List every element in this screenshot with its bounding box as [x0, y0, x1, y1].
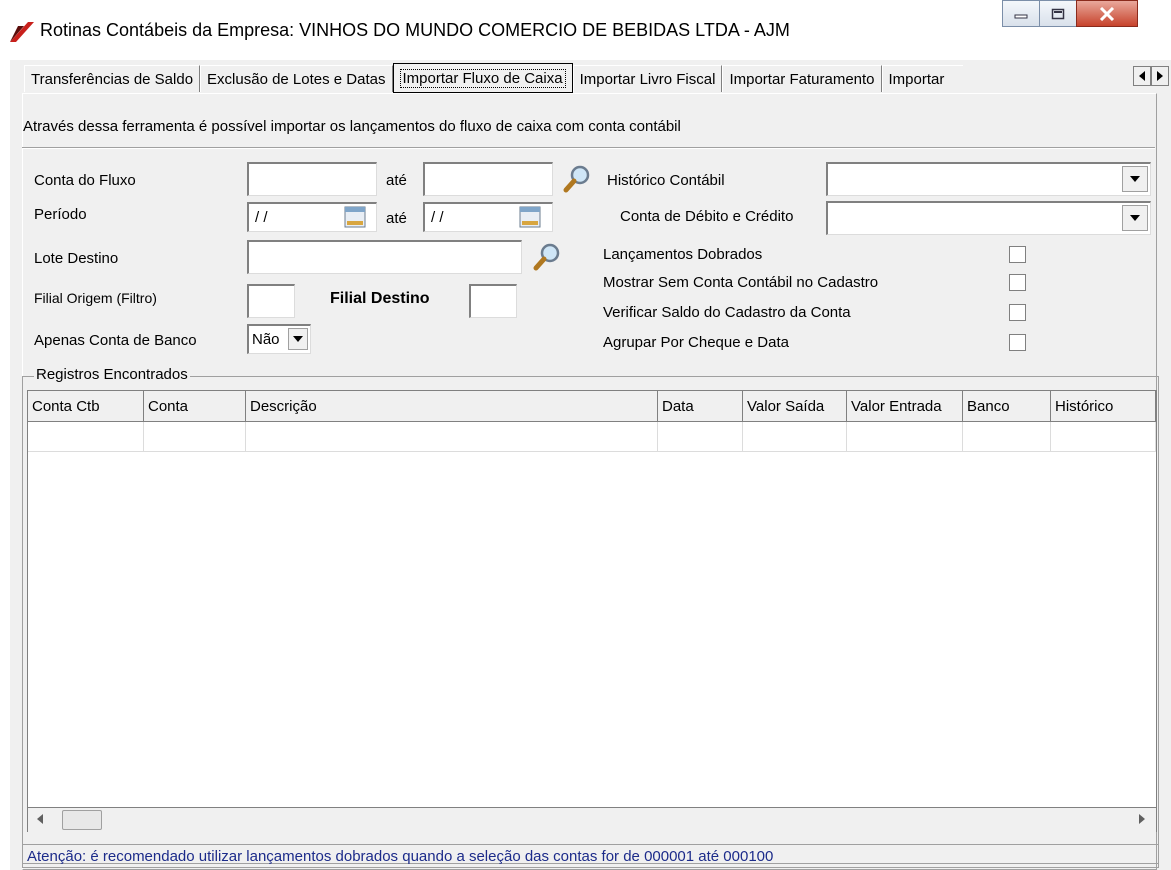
debito-credito-label: Conta de Débito e Crédito — [620, 208, 794, 225]
column-header[interactable]: Banco — [963, 391, 1051, 422]
tab-importar-fluxo-caixa[interactable]: Importar Fluxo de Caixa — [392, 63, 573, 93]
periodo-ate-calendar-button[interactable] — [519, 206, 541, 228]
table-cell[interactable] — [1051, 422, 1156, 452]
scroll-right-icon[interactable] — [1138, 813, 1146, 825]
check-label: Verificar Saldo do Cadastro da Conta — [603, 304, 851, 321]
table-cell[interactable] — [28, 422, 144, 452]
tab-importar-faturamento[interactable]: Importar Faturamento — [722, 65, 882, 92]
tab-label: Importar Faturamento — [729, 70, 875, 88]
historico-label: Histórico Contábil — [607, 172, 725, 189]
tab-label: Importar — [888, 70, 945, 88]
lote-destino-label: Lote Destino — [34, 250, 119, 267]
filial-origem-input[interactable] — [247, 284, 295, 318]
maximize-button[interactable] — [1039, 0, 1077, 27]
search-lote-button[interactable] — [530, 240, 564, 274]
minimize-icon — [1014, 14, 1028, 18]
dropdown-arrow-icon — [288, 328, 308, 350]
results-group-title: Registros Encontrados — [34, 366, 190, 383]
check-label: Mostrar Sem Conta Contábil no Cadastro — [603, 274, 879, 291]
column-header[interactable]: Conta — [144, 391, 246, 422]
tab-label: Importar Fluxo de Caixa — [399, 68, 566, 88]
ate-label: até — [386, 210, 407, 227]
ate-label: até — [386, 172, 407, 189]
conta-fluxo-de-input[interactable] — [247, 162, 377, 196]
app-logo-icon — [10, 22, 34, 42]
tab-strip: Transferências de Saldo Exclusão de Lote… — [24, 63, 963, 93]
table-cell[interactable] — [743, 422, 847, 452]
tool-description: Através dessa ferramenta é possível impo… — [23, 118, 681, 135]
mostrar-sem-conta-checkbox[interactable] — [1009, 274, 1026, 291]
apenas-banco-label: Apenas Conta de Banco — [34, 332, 197, 349]
agrupar-cheque-checkbox[interactable] — [1009, 334, 1026, 351]
calendar-icon — [344, 206, 366, 228]
maximize-icon — [1051, 8, 1065, 19]
search-conta-button[interactable] — [560, 162, 594, 196]
column-header[interactable]: Valor Entrada — [847, 391, 963, 422]
magnifier-icon — [563, 165, 590, 193]
column-header[interactable]: Histórico — [1051, 391, 1156, 422]
column-header[interactable]: Data — [658, 391, 743, 422]
column-header[interactable]: Descrição — [246, 391, 658, 422]
periodo-de-value: / / — [255, 209, 268, 226]
tab-label: Transferências de Saldo — [31, 70, 194, 88]
periodo-label: Período — [34, 206, 87, 223]
lancamentos-dobrados-checkbox[interactable] — [1009, 246, 1026, 263]
scrollbar-thumb[interactable] — [62, 810, 102, 830]
lote-destino-input[interactable] — [247, 240, 522, 274]
column-header[interactable]: Conta Ctb — [28, 391, 144, 422]
tab-label: Exclusão de Lotes e Datas — [207, 70, 386, 88]
conta-fluxo-label: Conta do Fluxo — [34, 172, 136, 189]
verificar-saldo-checkbox[interactable] — [1009, 304, 1026, 321]
filial-origem-label: Filial Origem (Filtro) — [34, 290, 157, 306]
table-cell[interactable] — [847, 422, 963, 452]
grid-header: Conta Ctb Conta Descrição Data Valor Saí… — [28, 391, 1156, 422]
tab-scroll-left-button[interactable] — [1133, 66, 1151, 86]
table-cell[interactable] — [144, 422, 246, 452]
check-label: Lançamentos Dobrados — [603, 246, 763, 263]
apenas-banco-select[interactable]: Não — [247, 324, 311, 354]
historico-select[interactable] — [826, 162, 1151, 196]
periodo-de-calendar-button[interactable] — [344, 206, 366, 228]
table-cell[interactable] — [246, 422, 658, 452]
window-controls — [1002, 0, 1138, 30]
divider — [22, 147, 1155, 149]
tab-scroll-right-button[interactable] — [1151, 66, 1169, 86]
dropdown-arrow-icon — [1122, 166, 1148, 192]
tab-importar[interactable]: Importar — [881, 65, 963, 92]
window-title: Rotinas Contábeis da Empresa: VINHOS DO … — [40, 20, 790, 40]
tab-scroll-buttons — [1133, 66, 1169, 86]
conta-fluxo-ate-input[interactable] — [423, 162, 553, 196]
tab-label: Importar Livro Fiscal — [579, 70, 716, 88]
arrow-right-icon — [1157, 71, 1163, 81]
table-cell[interactable] — [658, 422, 743, 452]
magnifier-icon — [533, 243, 560, 271]
scroll-left-icon[interactable] — [36, 813, 44, 825]
minimize-button[interactable] — [1002, 0, 1040, 27]
tab-exclusao-lotes[interactable]: Exclusão de Lotes e Datas — [200, 65, 393, 92]
apenas-banco-value: Não — [252, 331, 280, 348]
filial-destino-input[interactable] — [469, 284, 517, 318]
column-header[interactable]: Valor Saída — [743, 391, 847, 422]
title-bar: Rotinas Contábeis da Empresa: VINHOS DO … — [0, 0, 1171, 60]
debito-credito-select[interactable] — [826, 201, 1151, 235]
results-grid[interactable]: Conta Ctb Conta Descrição Data Valor Saí… — [27, 390, 1157, 808]
status-message: Atenção: é recomendado utilizar lançamen… — [22, 844, 1159, 868]
table-cell[interactable] — [963, 422, 1051, 452]
check-label: Agrupar Por Cheque e Data — [603, 334, 789, 351]
tab-importar-livro-fiscal[interactable]: Importar Livro Fiscal — [572, 65, 723, 92]
table-row[interactable] — [28, 422, 1156, 452]
horizontal-scrollbar[interactable] — [27, 808, 1157, 832]
filial-destino-label: Filial Destino — [330, 290, 430, 307]
arrow-left-icon — [1139, 71, 1145, 81]
close-button[interactable] — [1076, 0, 1138, 27]
close-icon — [1099, 6, 1115, 21]
dropdown-arrow-icon — [1122, 205, 1148, 231]
calendar-icon — [519, 206, 541, 228]
tab-transferencias-saldo[interactable]: Transferências de Saldo — [24, 65, 201, 92]
periodo-ate-value: / / — [431, 209, 444, 226]
